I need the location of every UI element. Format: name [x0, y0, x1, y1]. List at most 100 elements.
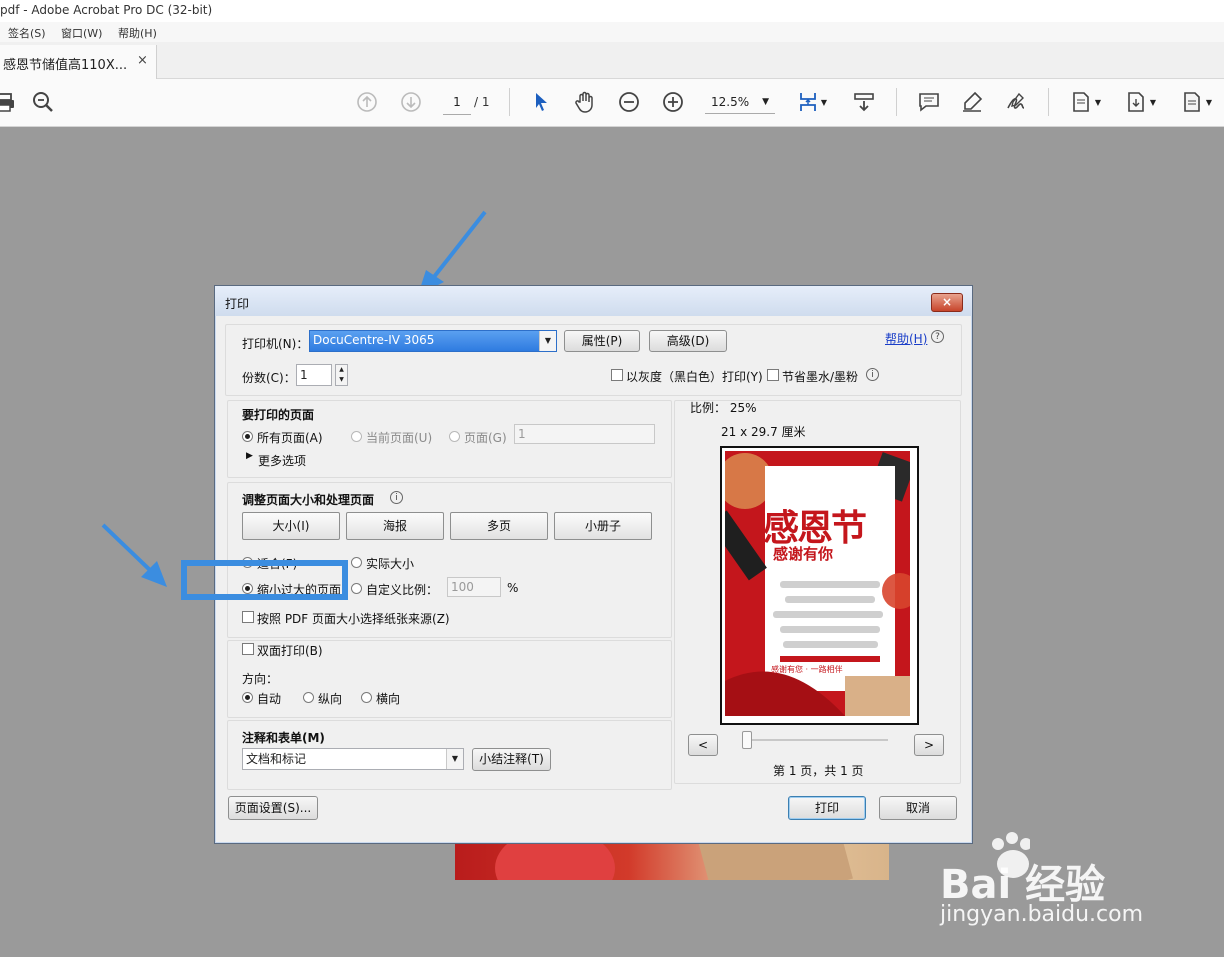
zoom-in-icon[interactable] — [659, 88, 687, 116]
tab-close-icon[interactable]: × — [137, 53, 148, 68]
file-dropdown-icon[interactable]: ▼ — [1203, 88, 1215, 116]
actual-size-label: 实际大小 — [366, 557, 415, 571]
preview-slider-handle[interactable] — [742, 731, 752, 749]
orientation-auto-radio[interactable] — [242, 692, 253, 703]
export-icon[interactable] — [1122, 88, 1150, 116]
help-link[interactable]: 帮助(H) — [885, 330, 927, 347]
toolbar — [0, 79, 1224, 127]
toolbar-divider — [1048, 88, 1049, 116]
actual-size-radio[interactable] — [351, 557, 362, 568]
print-icon[interactable] — [0, 88, 18, 116]
page-number-input[interactable]: 1 — [443, 90, 471, 115]
page-down-icon[interactable] — [397, 88, 425, 116]
more-options-link[interactable]: 更多选项 — [258, 452, 306, 469]
poster-image: 感恩节 感谢有你 感谢有您 · 一路相伴 — [725, 451, 910, 716]
pages-radio[interactable] — [449, 431, 460, 442]
pages-section-title: 要打印的页面 — [242, 408, 315, 422]
size-button[interactable]: 大小(I) — [242, 512, 340, 540]
printer-select-value: DocuCentre-IV 3065 — [313, 333, 435, 347]
paper-source-label: 按照 PDF 页面大小选择纸张来源(Z) — [257, 612, 450, 626]
booklet-button[interactable]: 小册子 — [554, 512, 652, 540]
sign-icon[interactable] — [1002, 88, 1030, 116]
custom-scale-input[interactable]: 100 — [447, 577, 501, 597]
baidu-watermark: Bai 经验 jingyan.baidu.com — [940, 830, 1180, 940]
preview-prev-button[interactable]: < — [688, 734, 718, 756]
expand-triangle-icon[interactable]: ▶ — [246, 451, 253, 461]
print-button[interactable]: 打印 — [788, 796, 866, 820]
printer-label: 打印机(N)： — [242, 337, 309, 351]
file-icon[interactable] — [1178, 88, 1206, 116]
poster-button[interactable]: 海报 — [346, 512, 444, 540]
window-title-bar: pdf - Adobe Acrobat Pro DC (32-bit) — [0, 0, 1224, 23]
all-pages-radio[interactable] — [242, 431, 253, 442]
menu-window[interactable]: 窗口(W) — [61, 25, 102, 41]
copies-input[interactable]: 1 — [296, 364, 332, 386]
zoom-out-icon[interactable] — [615, 88, 643, 116]
orientation-title: 方向： — [242, 672, 279, 686]
grayscale-label: 以灰度（黑白色）打印(Y) — [626, 370, 763, 384]
info-icon[interactable]: i — [866, 368, 879, 381]
save-ink-checkbox[interactable] — [767, 369, 779, 381]
advanced-button[interactable]: 高级(D) — [649, 330, 727, 352]
preview-slider[interactable] — [745, 739, 888, 741]
menu-help[interactable]: 帮助(H) — [118, 25, 157, 41]
preview-page-info: 第 1 页，共 1 页 — [773, 764, 864, 778]
select-arrow-icon[interactable] — [527, 88, 555, 116]
dialog-title-bar: 打印 — [215, 286, 972, 316]
zoom-level-value: 12.5% — [711, 95, 750, 109]
print-preview: 感恩节 感谢有你 感谢有您 · 一路相伴 — [720, 446, 919, 725]
all-pages-label: 所有页面(A) — [257, 431, 323, 445]
zoom-level-select[interactable]: 12.5% ▼ — [705, 90, 775, 114]
summarize-comments-button[interactable]: 小结注释(T) — [472, 748, 551, 771]
page-setup-button[interactable]: 页面设置(S)... — [228, 796, 318, 820]
comments-section-title: 注释和表单(M) — [242, 731, 325, 745]
page-tool-dropdown-icon[interactable]: ▼ — [1092, 88, 1104, 116]
paper-source-checkbox[interactable] — [242, 611, 254, 623]
properties-button[interactable]: 属性(P) — [564, 330, 640, 352]
export-dropdown-icon[interactable]: ▼ — [1147, 88, 1159, 116]
toolbar-divider — [509, 88, 510, 116]
custom-scale-radio[interactable] — [351, 583, 362, 594]
dialog-title: 打印 — [225, 297, 250, 311]
info-icon[interactable]: i — [390, 491, 403, 504]
dialog-close-button[interactable]: × — [931, 293, 963, 312]
document-page — [455, 838, 889, 880]
fit-dropdown-icon[interactable]: ▼ — [818, 88, 830, 116]
orientation-landscape-radio[interactable] — [361, 692, 372, 703]
page-up-icon[interactable] — [353, 88, 381, 116]
comments-select-value: 文档和标记 — [246, 752, 307, 766]
percent-label: % — [507, 581, 519, 595]
chevron-down-icon: ▼ — [446, 749, 463, 769]
printer-select[interactable]: DocuCentre-IV 3065 ▼ — [309, 330, 557, 352]
hand-icon[interactable] — [571, 88, 599, 116]
duplex-checkbox[interactable] — [242, 643, 254, 655]
copies-stepper[interactable]: ▲ ▼ — [335, 364, 348, 386]
highlight-icon[interactable] — [958, 88, 986, 116]
poster-subtitle: 感谢有你 — [773, 545, 834, 563]
poster-decoration — [495, 838, 615, 880]
copies-label: 份数(C)： — [242, 371, 296, 385]
comment-icon[interactable] — [915, 88, 943, 116]
orientation-auto-label: 自动 — [257, 692, 282, 706]
preview-next-button[interactable]: > — [914, 734, 944, 756]
page-tool-icon[interactable] — [1067, 88, 1095, 116]
search-zoom-icon[interactable] — [29, 88, 57, 116]
help-icon[interactable]: ? — [931, 330, 944, 343]
document-tab[interactable]: 感恩节储值高110X... × — [0, 45, 157, 79]
scroll-mode-icon[interactable] — [850, 88, 878, 116]
comments-select[interactable]: 文档和标记 ▼ — [242, 748, 464, 770]
chevron-down-icon: ▼ — [762, 97, 769, 107]
tab-bar — [0, 42, 1224, 79]
grayscale-checkbox[interactable] — [611, 369, 623, 381]
cancel-button[interactable]: 取消 — [879, 796, 957, 820]
current-page-label: 当前页面(U) — [366, 431, 433, 445]
watermark-url: jingyan.baidu.com — [940, 902, 1144, 927]
pages-range-input[interactable]: 1 — [514, 424, 655, 444]
orientation-portrait-radio[interactable] — [303, 692, 314, 703]
highlight-annotation-box — [181, 560, 348, 600]
current-page-radio[interactable] — [351, 431, 362, 442]
sizing-section-title: 调整页面大小和处理页面 — [242, 493, 375, 507]
document-tab-label: 感恩节储值高110X... — [3, 58, 128, 73]
multiple-pages-button[interactable]: 多页 — [450, 512, 548, 540]
menu-sign[interactable]: 签名(S) — [8, 25, 46, 41]
